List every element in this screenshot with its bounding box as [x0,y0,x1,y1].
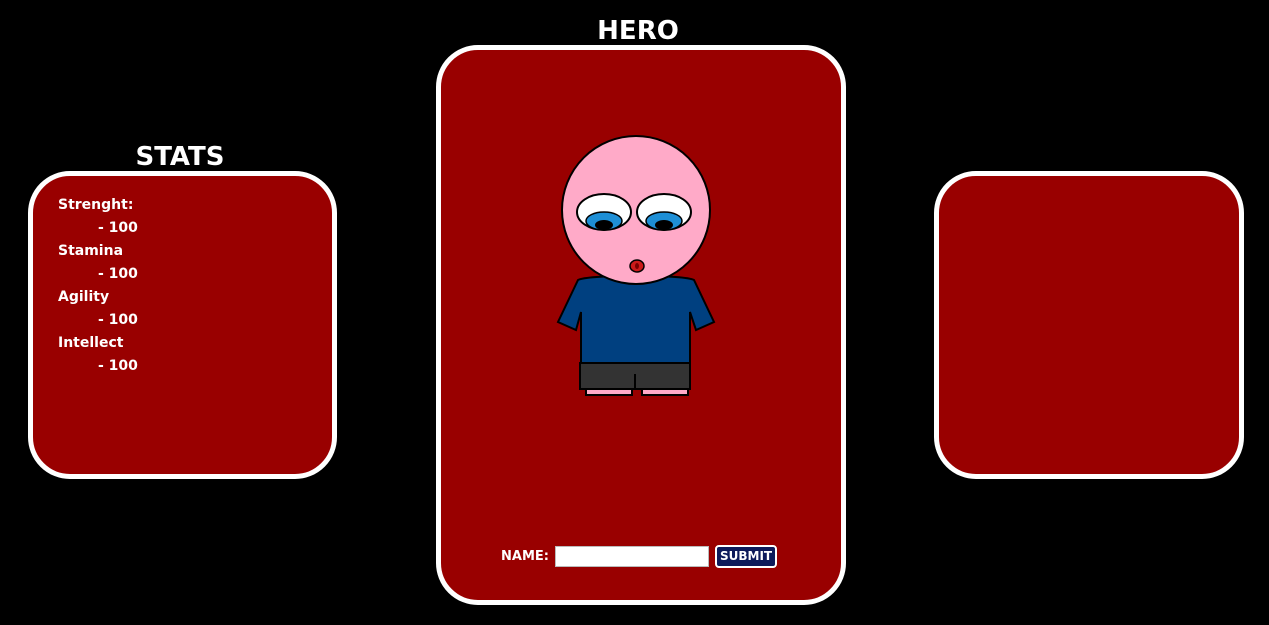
stat-value-strength: - 100 [98,220,138,236]
stat-list: Strenght: - 100 Stamina - 100 Agility - … [58,194,138,378]
stats-title: STATS [135,142,225,172]
stat-label-intellect: Intellect [58,335,124,351]
stat-label-strength: Strenght: [58,197,134,213]
stat-value-stamina: - 100 [98,266,138,282]
stat-label-stamina: Stamina [58,243,124,259]
hero-shirt [556,274,716,364]
stat-label-agility: Agility [58,289,110,305]
name-input[interactable] [554,545,709,567]
name-form: NAME: SUBMIT [501,544,778,568]
right-panel [934,171,1244,479]
hero-panel: NAME: SUBMIT [436,45,846,605]
name-label: NAME: [501,548,549,564]
hero-character [556,135,716,396]
hero-title: HERO [597,16,679,46]
submit-button[interactable]: SUBMIT [714,544,778,568]
stat-value-agility: - 100 [98,312,138,328]
stats-panel: Strenght: - 100 Stamina - 100 Agility - … [28,171,337,479]
stat-value-intellect: - 100 [98,358,138,374]
